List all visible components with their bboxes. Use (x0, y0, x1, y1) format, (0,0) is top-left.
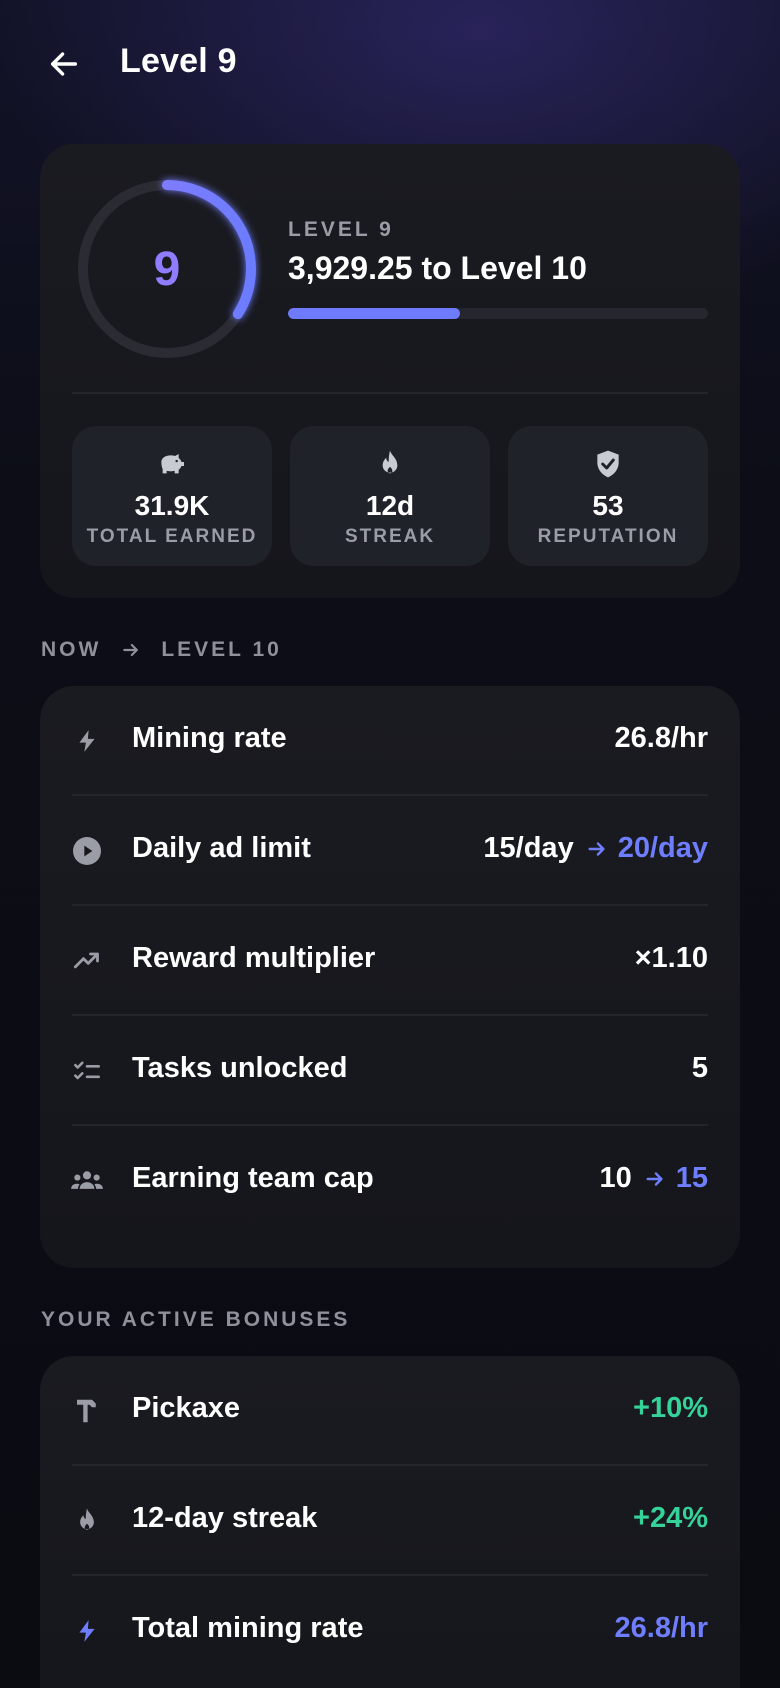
pickaxe-icon (77, 1399, 96, 1423)
bonuses-card: Pickaxe +10% 12-day streak +24% Total mi… (40, 1356, 740, 1688)
row-label: Tasks unlocked (132, 1052, 348, 1084)
compare-row-earning-team-cap: Earning team cap 10 15 (40, 1126, 740, 1236)
next-level-value: 20/day (617, 832, 708, 864)
row-label: Daily ad limit (132, 832, 311, 864)
bolt-icon (79, 730, 95, 752)
bonus-row-pickaxe: Pickaxe +10% (40, 1356, 740, 1466)
bonus-row-streak: 12-day streak +24% (40, 1466, 740, 1576)
level-number: 9 (153, 242, 181, 296)
arrow-right-icon (123, 643, 139, 657)
row-label: Reward multiplier (132, 942, 376, 974)
bonus-row-total-mining-rate: Total mining rate 26.8/hr (40, 1576, 740, 1686)
play-circle-icon (73, 837, 101, 865)
compare-section-header: NOW LEVEL 10 (41, 638, 282, 662)
group-icon (71, 1171, 103, 1189)
level-card: 9 LEVEL 9 3,929.25 to Level 10 31.9K TOT… (40, 144, 740, 598)
level-progress-bar (288, 308, 708, 319)
trend-up-icon (73, 952, 99, 969)
piggy-bank-icon (161, 454, 184, 474)
row-value: 5 (692, 1052, 708, 1085)
current-value: 5 (691, 1052, 708, 1084)
current-value: ×1.10 (634, 942, 708, 974)
stat-value: 31.9K (134, 490, 210, 521)
flame-icon (382, 450, 398, 474)
stat-streak: 12d STREAK (290, 426, 490, 566)
checklist-icon (74, 1061, 100, 1080)
compare-row-daily-ad-limit: Daily ad limit 15/day 20/day (40, 796, 740, 906)
current-value: 26.8/hr (614, 722, 709, 754)
compare-row-mining-rate: Mining rate 26.8/hr (40, 686, 740, 796)
next-level-value: 15 (675, 1162, 708, 1194)
stat-value: 53 (592, 490, 624, 521)
row-value: 26.8/hr (615, 722, 709, 755)
page-title: Level 9 (120, 42, 237, 80)
bolt-icon (79, 1620, 95, 1642)
back-button[interactable] (40, 40, 88, 88)
level-progress-fill (288, 308, 461, 319)
current-value: 10 (599, 1162, 632, 1194)
compare-row-tasks-unlocked: Tasks unlocked 5 (40, 1016, 740, 1126)
shield-check-icon (597, 450, 619, 478)
stat-total-earned: 31.9K TOTAL EARNED (72, 426, 272, 566)
bonus-value: 26.8/hr (614, 1612, 709, 1644)
arrow-left-icon (50, 52, 78, 76)
card-divider (72, 392, 708, 394)
level-progress-text: 3,929.25 to Level 10 (288, 250, 587, 286)
stat-reputation: 53 REPUTATION (508, 426, 708, 566)
flame-icon (80, 1508, 94, 1530)
row-label: Total mining rate (132, 1612, 364, 1644)
bonus-value: +10% (633, 1392, 708, 1424)
row-label: Mining rate (132, 722, 287, 754)
arrow-right-icon (646, 1171, 663, 1186)
compare-from-label: NOW (41, 638, 102, 661)
row-value: 15/day 20/day (483, 832, 708, 865)
arrow-right-icon (588, 841, 605, 856)
row-label: Earning team cap (132, 1162, 374, 1194)
stat-label: REPUTATION (537, 526, 679, 547)
level-label: LEVEL 9 (288, 218, 394, 241)
compare-to-label: LEVEL 10 (161, 638, 282, 661)
compare-card: Mining rate 26.8/hr Daily ad limit 15/da… (40, 686, 740, 1268)
row-value: ×1.10 (635, 942, 708, 975)
app-header: Level 9 (0, 0, 780, 130)
row-value: 10 15 (599, 1162, 708, 1195)
stat-label: STREAK (344, 526, 436, 547)
stat-label: TOTAL EARNED (86, 526, 258, 547)
compare-row-reward-multiplier: Reward multiplier ×1.10 (40, 906, 740, 1016)
bonuses-section-header: YOUR ACTIVE BONUSES (41, 1308, 351, 1331)
level-ring: 9 (72, 174, 262, 364)
stat-value: 12d (365, 490, 415, 521)
row-label: Pickaxe (132, 1392, 241, 1424)
bonus-value: +24% (633, 1502, 708, 1534)
current-value: 15/day (483, 832, 574, 864)
row-label: 12-day streak (132, 1502, 318, 1534)
